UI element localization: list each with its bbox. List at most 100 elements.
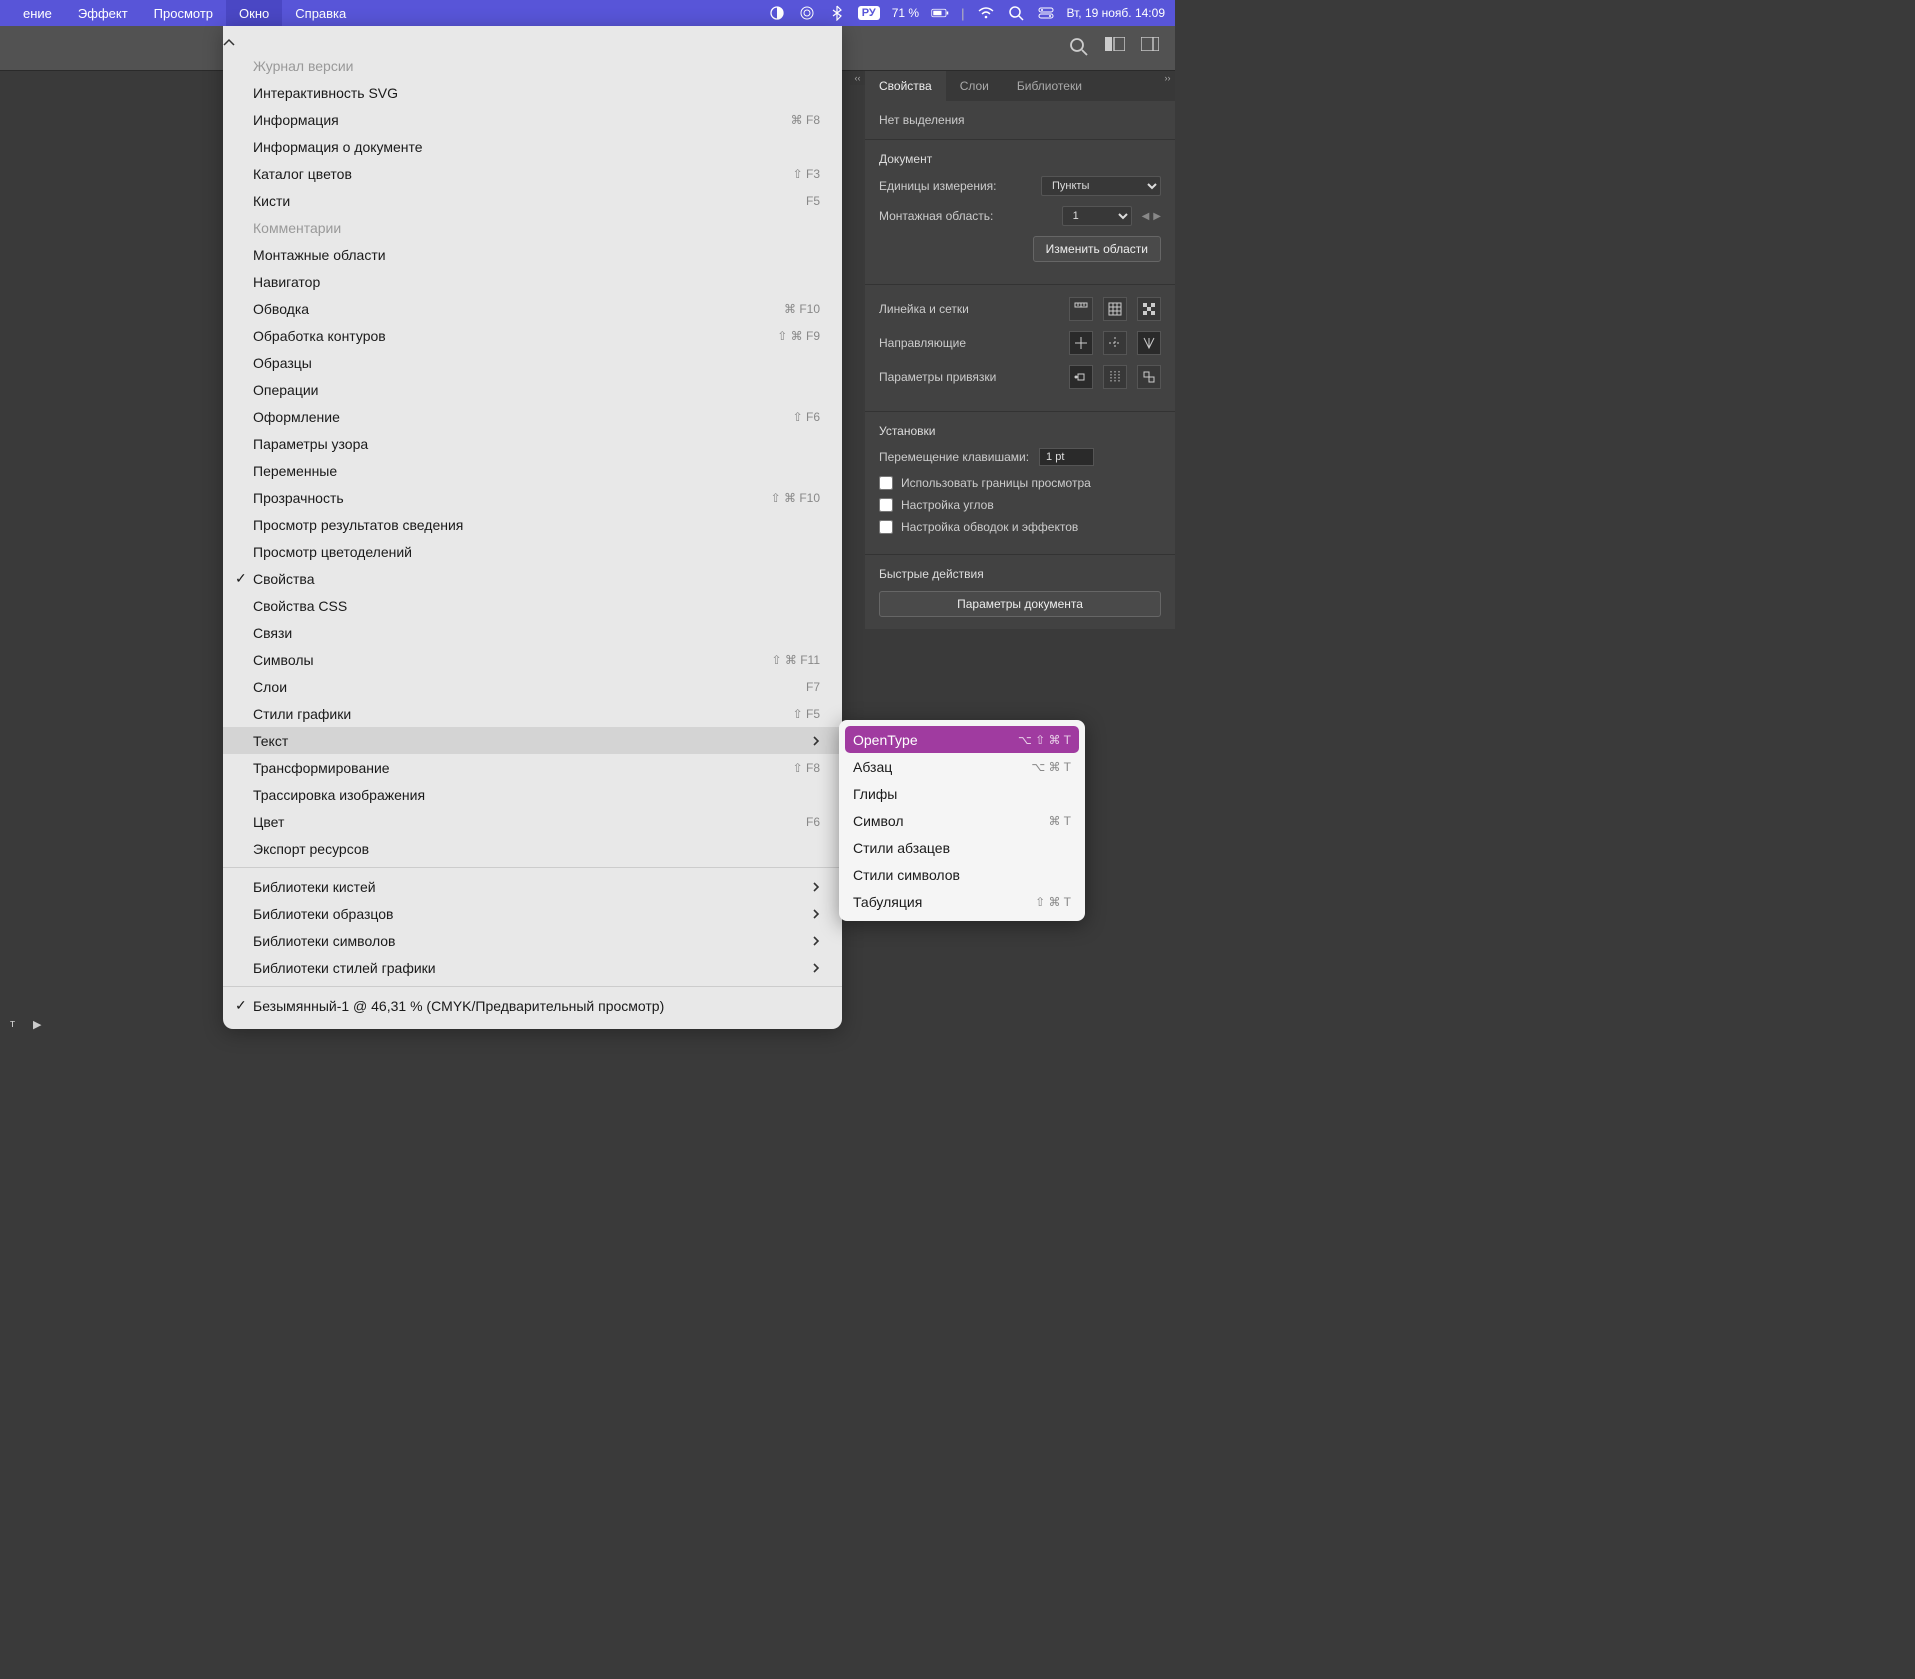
corners-label: Настройка углов: [901, 498, 994, 512]
quick-actions-header: Быстрые действия: [879, 567, 1161, 581]
menu-item[interactable]: Интерактивность SVG: [223, 79, 842, 106]
submenu-item[interactable]: Глифы: [839, 780, 1085, 807]
submenu-item[interactable]: Абзац⌥ ⌘ T: [839, 753, 1085, 780]
menu-item[interactable]: Трассировка изображения: [223, 781, 842, 808]
ruler-icon[interactable]: [1069, 297, 1093, 321]
window-dropdown-menu: Журнал версииИнтерактивность SVGИнформац…: [223, 26, 842, 1029]
menubar-item-4[interactable]: Справка: [282, 0, 359, 26]
panel-tabs: Свойства Слои Библиотеки: [865, 71, 1175, 101]
menu-item[interactable]: Обводка⌘ F10: [223, 295, 842, 322]
menu-item[interactable]: Обработка контуров⇧ ⌘ F9: [223, 322, 842, 349]
wifi-icon[interactable]: [977, 4, 995, 22]
menu-item[interactable]: Библиотеки символов: [223, 927, 842, 954]
play-icon[interactable]: ▶: [33, 1018, 41, 1031]
menu-item[interactable]: Трансформирование⇧ F8: [223, 754, 842, 781]
menu-item[interactable]: Прозрачность⇧ ⌘ F10: [223, 484, 842, 511]
menubar-item-window[interactable]: Окно: [226, 0, 282, 26]
menu-item[interactable]: ✓Безымянный-1 @ 46,31 % (CMYK/Предварите…: [223, 992, 842, 1019]
preview-bounds-label: Использовать границы просмотра: [901, 476, 1091, 490]
grid-icon[interactable]: [1103, 297, 1127, 321]
display-icon[interactable]: [768, 4, 786, 22]
snap-pixel-icon[interactable]: [1137, 365, 1161, 389]
text-submenu: OpenType⌥ ⇧ ⌘ TАбзац⌥ ⌘ TГлифыСимвол⌘ TС…: [839, 720, 1085, 921]
snap-point-icon[interactable]: [1069, 365, 1093, 389]
battery-icon[interactable]: [931, 4, 949, 22]
bluetooth-icon[interactable]: [828, 4, 846, 22]
submenu-item[interactable]: OpenType⌥ ⇧ ⌘ T: [845, 726, 1079, 753]
submenu-item[interactable]: Табуляция⇧ ⌘ T: [839, 888, 1085, 915]
menu-item[interactable]: Монтажные области: [223, 241, 842, 268]
menu-item[interactable]: Просмотр цветоделений: [223, 538, 842, 565]
menubar-item-2[interactable]: Просмотр: [141, 0, 226, 26]
menu-item[interactable]: СлоиF7: [223, 673, 842, 700]
menu-item[interactable]: Просмотр результатов сведения: [223, 511, 842, 538]
menu-item[interactable]: Свойства CSS: [223, 592, 842, 619]
chevron-right-icon: [812, 935, 820, 947]
menu-item[interactable]: Библиотеки кистей: [223, 873, 842, 900]
dropdown-scroll-up[interactable]: [223, 38, 842, 52]
language-badge[interactable]: РУ: [858, 6, 880, 20]
smart-guides-icon[interactable]: [1137, 331, 1161, 355]
tab-libraries[interactable]: Библиотеки: [1003, 71, 1096, 101]
artboard-next-icon[interactable]: ▶: [1153, 211, 1161, 222]
settings-header: Установки: [879, 424, 1161, 438]
menu-item[interactable]: ✓Свойства: [223, 565, 842, 592]
tab-properties[interactable]: Свойства: [865, 71, 946, 101]
menu-item[interactable]: Каталог цветов⇧ F3: [223, 160, 842, 187]
workspace-icon[interactable]: [1141, 37, 1163, 59]
units-select[interactable]: Пункты: [1041, 176, 1161, 196]
menu-item[interactable]: Образцы: [223, 349, 842, 376]
menubar-item-0[interactable]: ение: [10, 0, 65, 26]
menu-item[interactable]: Оформление⇧ F6: [223, 403, 842, 430]
search-icon[interactable]: [1007, 4, 1025, 22]
menu-item[interactable]: Текст: [223, 727, 842, 754]
menu-item[interactable]: Связи: [223, 619, 842, 646]
menu-item[interactable]: Операции: [223, 376, 842, 403]
collapse-panel-icon[interactable]: ‹‹: [850, 71, 865, 85]
tab-layers[interactable]: Слои: [946, 71, 1003, 101]
snap-grid-icon[interactable]: [1103, 365, 1127, 389]
doc-params-button[interactable]: Параметры документа: [879, 591, 1161, 617]
preview-bounds-checkbox[interactable]: [879, 476, 893, 490]
corners-checkbox[interactable]: [879, 498, 893, 512]
menu-item[interactable]: Библиотеки образцов: [223, 900, 842, 927]
artboard-prev-icon[interactable]: ◀: [1142, 211, 1150, 222]
datetime[interactable]: Вт, 19 нояб. 14:09: [1067, 6, 1166, 20]
menu-item[interactable]: Символы⇧ ⌘ F11: [223, 646, 842, 673]
menu-item[interactable]: Навигатор: [223, 268, 842, 295]
chevron-right-icon: [812, 908, 820, 920]
menu-item[interactable]: Информация о документе: [223, 133, 842, 160]
expand-panel-icon[interactable]: ››: [1160, 71, 1175, 85]
keyboard-move-input[interactable]: [1039, 448, 1094, 466]
airdrop-icon[interactable]: [798, 4, 816, 22]
submenu-item[interactable]: Стили символов: [839, 861, 1085, 888]
menubar: ение Эффект Просмотр Окно Справка РУ 71 …: [0, 0, 1175, 26]
guides-visibility-icon[interactable]: [1069, 331, 1093, 355]
menu-item[interactable]: Стили графики⇧ F5: [223, 700, 842, 727]
no-selection-label: Нет выделения: [879, 113, 1161, 127]
menu-item[interactable]: Экспорт ресурсов: [223, 835, 842, 862]
edit-artboards-button[interactable]: Изменить области: [1033, 236, 1161, 262]
submenu-item[interactable]: Стили абзацев: [839, 834, 1085, 861]
search-tool-icon[interactable]: [1069, 37, 1091, 59]
menu-item[interactable]: Параметры узора: [223, 430, 842, 457]
chevron-right-icon: [812, 735, 820, 747]
menu-item[interactable]: Переменные: [223, 457, 842, 484]
transparency-grid-icon[interactable]: [1137, 297, 1161, 321]
guides-lock-icon[interactable]: [1103, 331, 1127, 355]
artboard-select[interactable]: 1: [1062, 206, 1132, 226]
chevron-right-icon: [812, 881, 820, 893]
menu-item[interactable]: ЦветF6: [223, 808, 842, 835]
arrange-icon[interactable]: [1105, 37, 1127, 59]
submenu-item[interactable]: Символ⌘ T: [839, 807, 1085, 834]
strokes-checkbox[interactable]: [879, 520, 893, 534]
type-tool-icon[interactable]: т: [10, 1018, 15, 1030]
menu-item[interactable]: Библиотеки стилей графики: [223, 954, 842, 981]
menu-item[interactable]: КистиF5: [223, 187, 842, 214]
menubar-item-1[interactable]: Эффект: [65, 0, 141, 26]
menu-item[interactable]: Информация⌘ F8: [223, 106, 842, 133]
keyboard-move-label: Перемещение клавишами:: [879, 450, 1029, 464]
units-label: Единицы измерения:: [879, 179, 1031, 193]
guides-label: Направляющие: [879, 336, 1059, 350]
control-center-icon[interactable]: [1037, 4, 1055, 22]
